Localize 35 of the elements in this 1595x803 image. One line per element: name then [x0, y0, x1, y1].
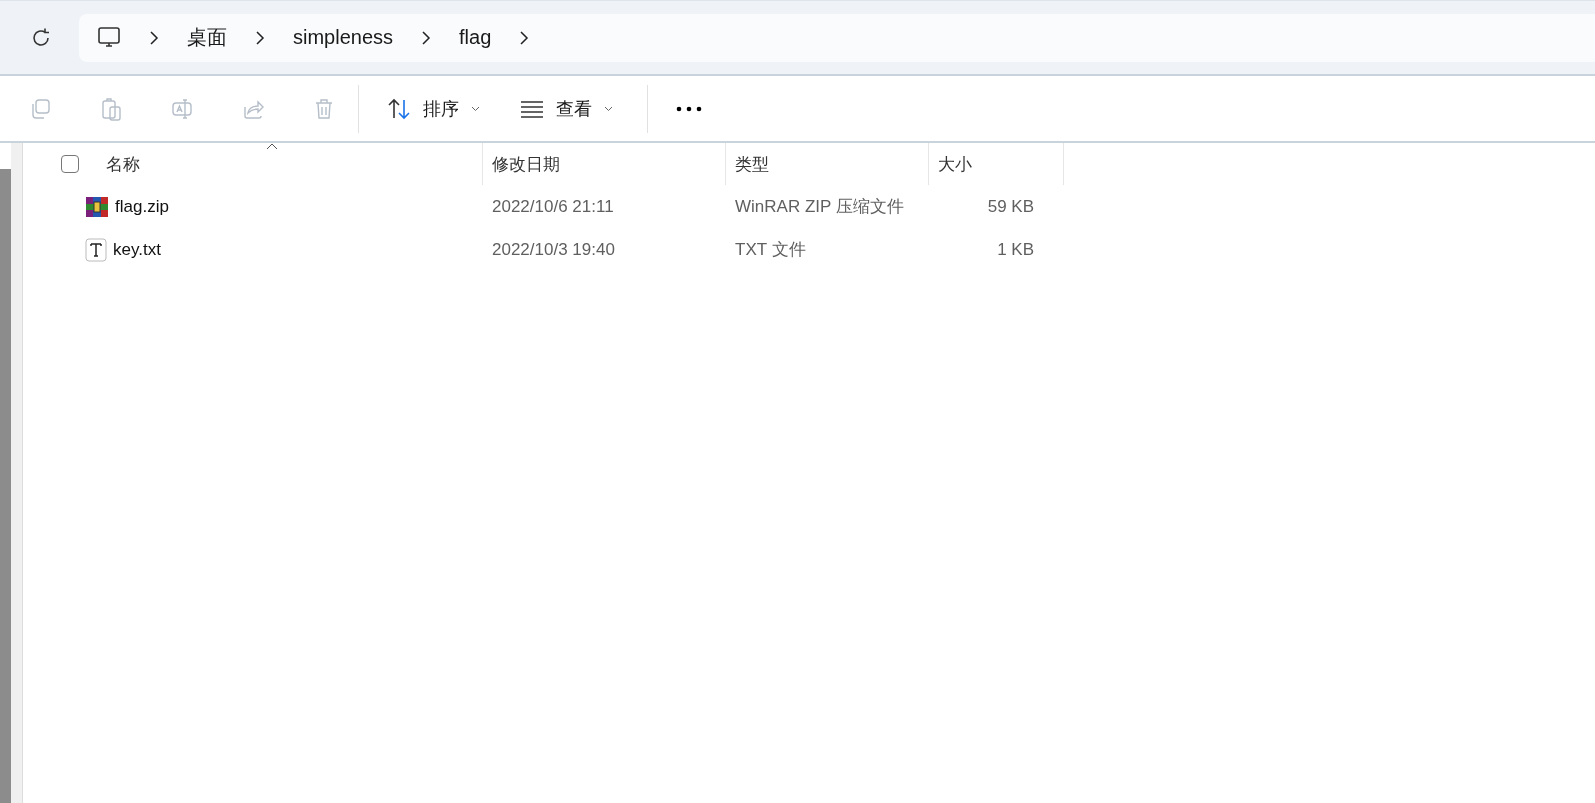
- scrollbar[interactable]: [0, 169, 11, 803]
- size-cell-text: 59 KB: [986, 196, 1034, 217]
- chevron-icon[interactable]: [149, 30, 159, 45]
- size-cell-text: 1 KB: [996, 239, 1034, 260]
- text-file-icon: [85, 237, 107, 262]
- caret-icon: [604, 105, 613, 112]
- sort-caret-icon: [266, 143, 279, 150]
- chevron-icon[interactable]: [421, 30, 432, 45]
- type-cell-text: WinRAR ZIP 压缩文件: [734, 196, 905, 218]
- column-header[interactable]: 修改日期: [492, 152, 560, 176]
- breadcrumb-item[interactable]: flag: [459, 26, 492, 49]
- computer-icon[interactable]: [97, 25, 121, 50]
- view-menu-button[interactable]: 查看: [514, 90, 619, 127]
- file-name[interactable]: flag.zip: [115, 196, 169, 217]
- select-all-checkbox[interactable]: [61, 155, 79, 173]
- archive-icon: [85, 195, 109, 218]
- column-header[interactable]: 大小: [938, 152, 972, 176]
- column-header[interactable]: 类型: [735, 152, 769, 176]
- chevron-icon[interactable]: [255, 30, 265, 45]
- chevron-icon[interactable]: [519, 30, 530, 45]
- caret-icon: [471, 105, 480, 112]
- paste-icon: [99, 96, 123, 121]
- more-icon: [676, 105, 702, 112]
- type-cell-text: TXT 文件: [734, 239, 807, 261]
- address-bar[interactable]: 桌面 simpleness flag: [79, 13, 1595, 62]
- sort-menu-button[interactable]: 排序: [381, 90, 486, 127]
- date-cell-text: 2022/10/3 19:40: [491, 239, 616, 260]
- breadcrumb-item[interactable]: simpleness: [293, 26, 394, 49]
- date-cell-text: 2022/10/6 21:11: [491, 196, 615, 217]
- file-name[interactable]: key.txt: [113, 239, 161, 260]
- sort-icon: [387, 96, 411, 121]
- breadcrumb-item[interactable]: 桌面: [187, 24, 227, 51]
- rename-icon: [170, 96, 194, 121]
- list-icon: [520, 98, 544, 119]
- column-header[interactable]: 名称: [106, 152, 140, 176]
